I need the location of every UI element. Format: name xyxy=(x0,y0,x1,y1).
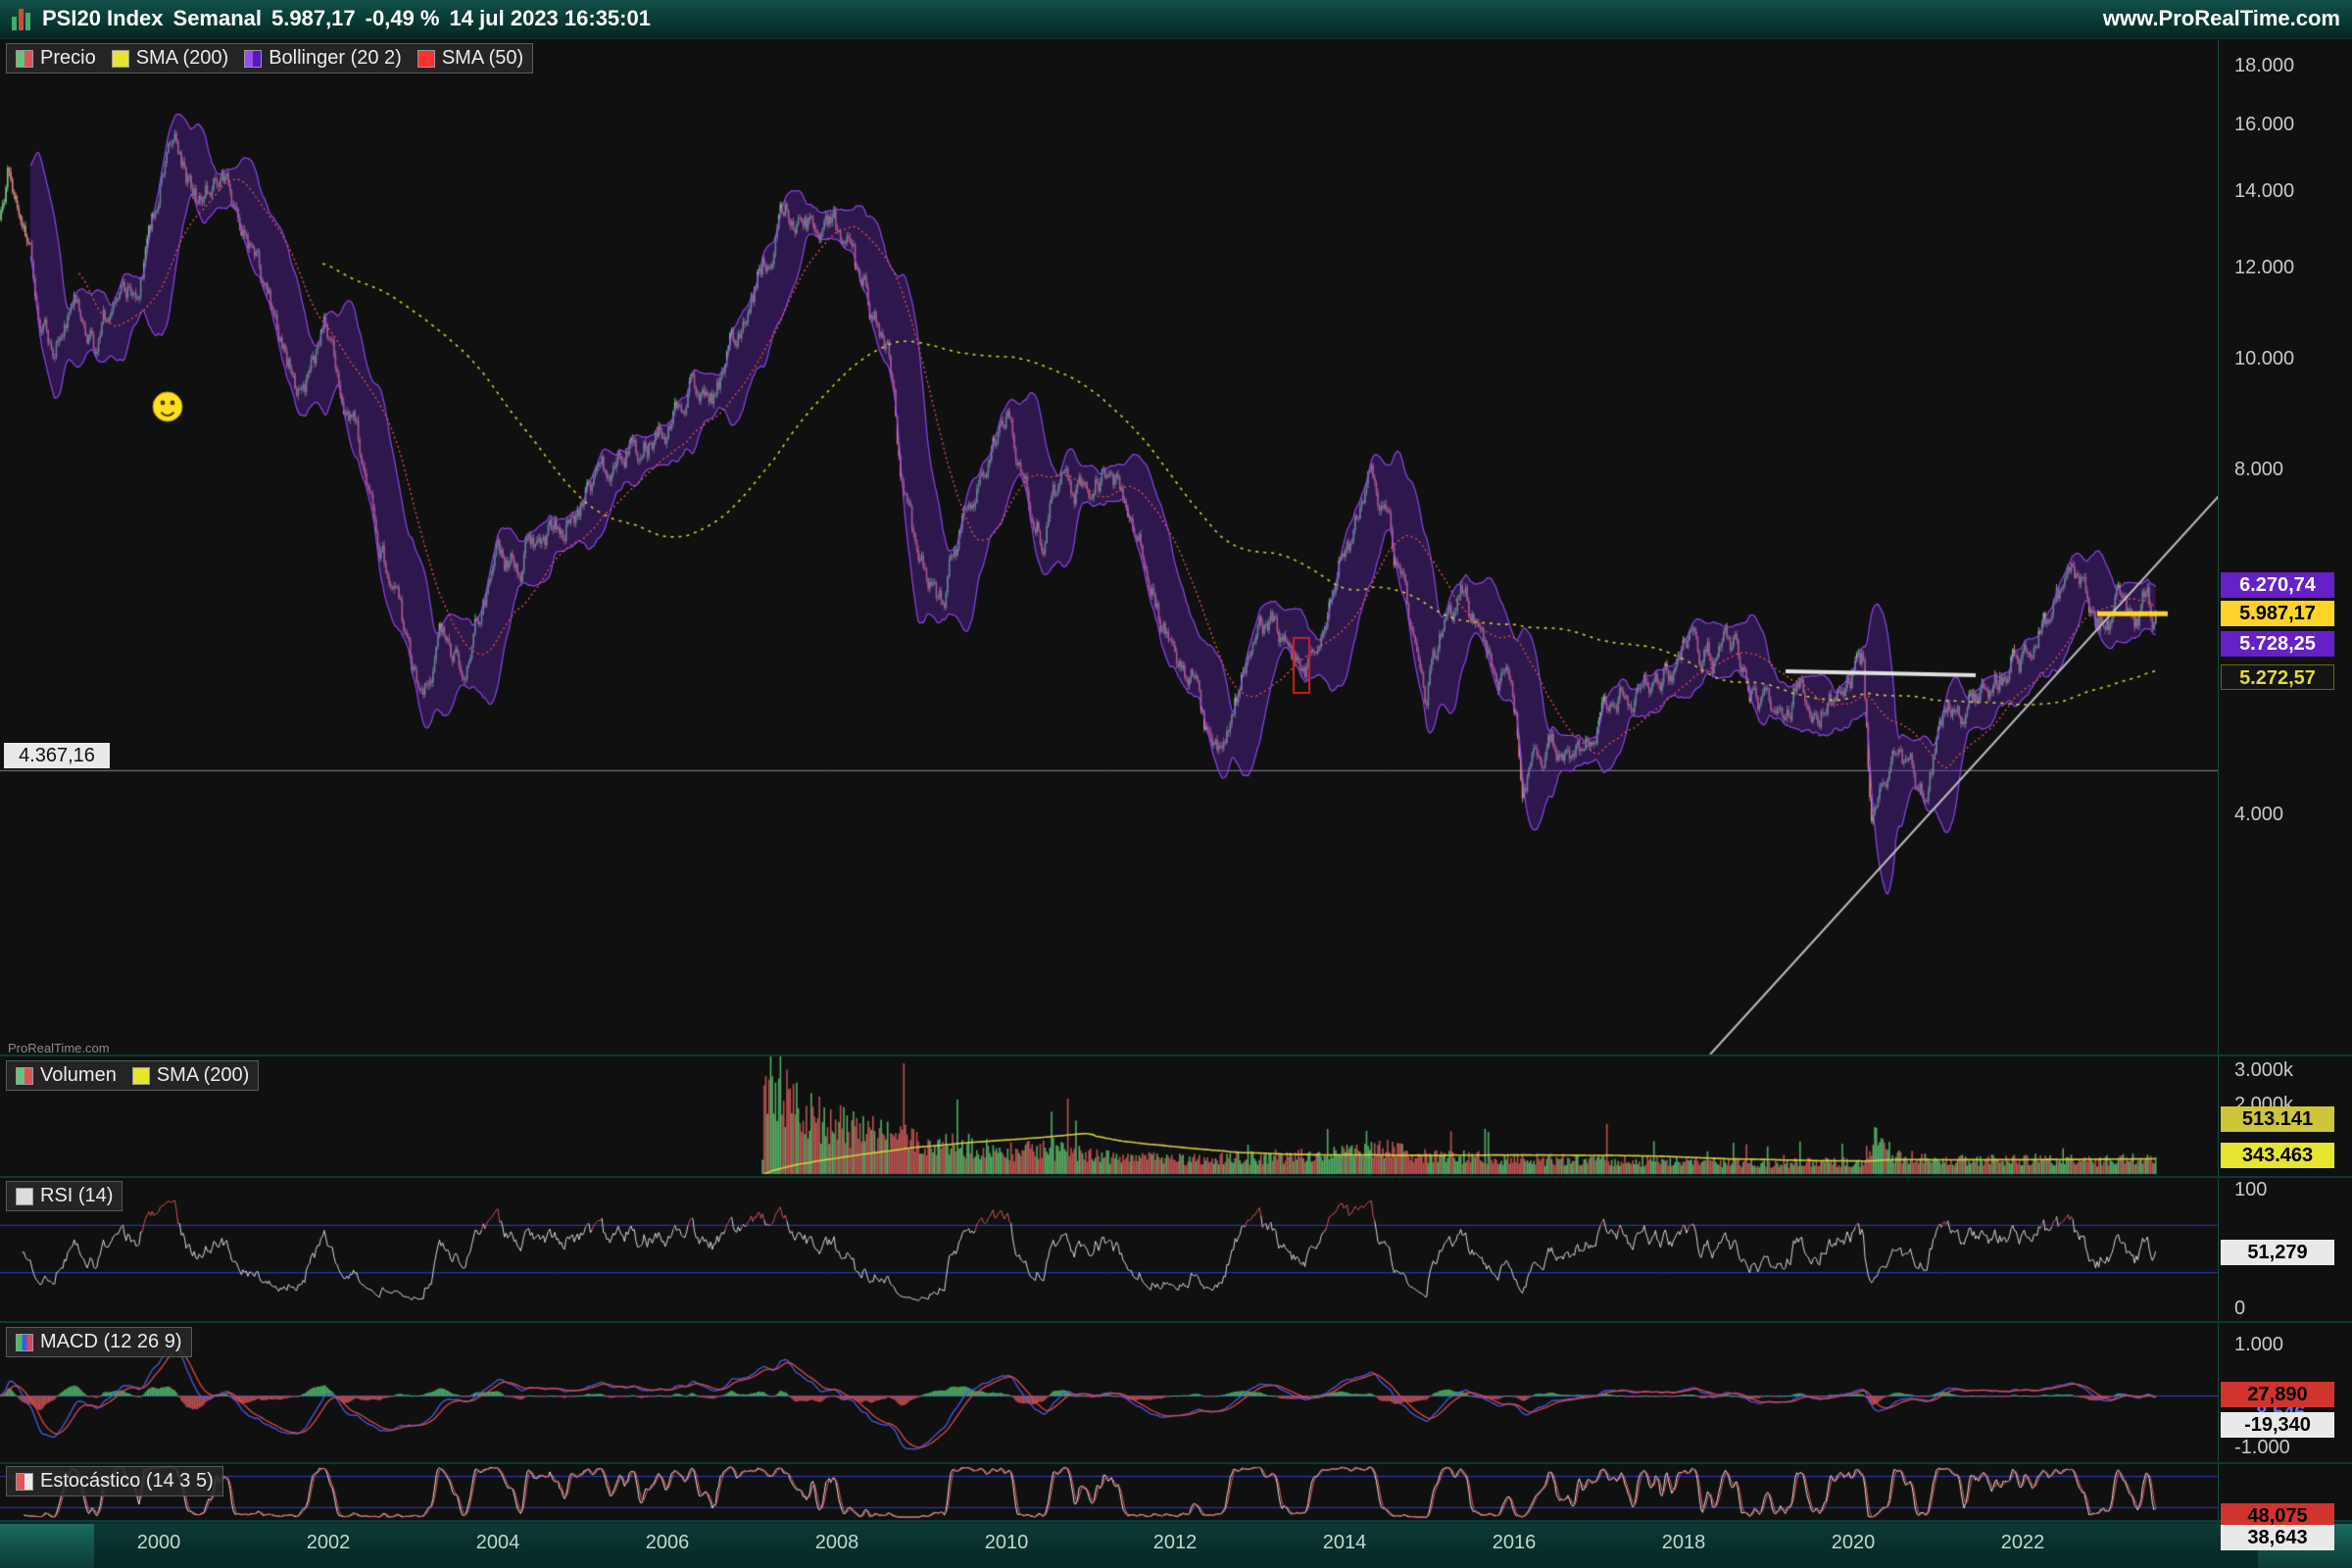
volume-value-tag: 513.141 xyxy=(2221,1106,2334,1132)
time-axis-year-label: 2018 xyxy=(1640,1531,1728,1554)
stochastic-chip-icon xyxy=(16,1473,33,1491)
topbar-symbol: PSI20 Index xyxy=(42,6,164,31)
panel-separator xyxy=(0,1054,2352,1056)
time-axis-year-label: 2016 xyxy=(1470,1531,1558,1554)
macd-chip-icon xyxy=(16,1334,33,1351)
time-axis-year-label: 2020 xyxy=(1809,1531,1897,1554)
sma200-chip-icon xyxy=(112,50,129,68)
rsi-legend: RSI (14) xyxy=(6,1181,122,1211)
legend-label: Bollinger (20 2) xyxy=(269,47,402,70)
legend-item-sma200[interactable]: SMA (200) xyxy=(112,47,228,70)
price-scale-tick: 8.000 xyxy=(2234,458,2283,481)
legend-item-rsi[interactable]: RSI (14) xyxy=(16,1185,113,1207)
topbar-change-pct: -0,49 % xyxy=(366,6,440,31)
precio-chip-icon xyxy=(16,50,33,68)
time-axis-year-label: 2012 xyxy=(1131,1531,1219,1554)
price-scale-tick: 10.000 xyxy=(2234,347,2294,370)
legend-label: Volumen xyxy=(40,1064,117,1087)
macd-legend: MACD (12 26 9) xyxy=(6,1327,192,1357)
macd-line-value-tag: -19,340 xyxy=(2221,1412,2334,1438)
legend-label: Estocástico (14 3 5) xyxy=(40,1470,214,1493)
price-scale-tick: 12.000 xyxy=(2234,256,2294,279)
legend-item-volume-sma[interactable]: SMA (200) xyxy=(132,1064,249,1087)
legend-label: SMA (50) xyxy=(442,47,523,70)
time-axis-year-label: 2004 xyxy=(454,1531,542,1554)
volume-scale-tick: 3.000k xyxy=(2234,1058,2293,1082)
legend-item-volumen[interactable]: Volumen xyxy=(16,1064,117,1087)
bollinger-upper-tag: 6.270,74 xyxy=(2221,572,2334,598)
topbar-timeframe: Semanal xyxy=(173,6,263,31)
rsi-value-tag: 51,279 xyxy=(2221,1240,2334,1265)
legend-label: MACD (12 26 9) xyxy=(40,1331,182,1353)
legend-item-stochastic[interactable]: Estocástico (14 3 5) xyxy=(16,1470,214,1493)
stoch-k-value-tag: 38,643 xyxy=(2221,1525,2334,1550)
sma50-chip-icon xyxy=(417,50,435,68)
legend-label: SMA (200) xyxy=(157,1064,249,1087)
legend-label: Precio xyxy=(40,47,96,70)
rsi-scale-tick: 0 xyxy=(2234,1297,2245,1320)
prorealtime-window: PSI20 Index Semanal 5.987,17 -0,49 % 14 … xyxy=(0,0,2352,1568)
stochastic-legend: Estocástico (14 3 5) xyxy=(6,1466,223,1496)
macd-hist-value-tag: 27,890 xyxy=(2221,1382,2334,1407)
macd-scale-tick: -1.000 xyxy=(2234,1436,2290,1459)
topbar-last-price: 5.987,17 xyxy=(271,6,356,31)
bollinger-chip-icon xyxy=(244,50,262,68)
panel-separator xyxy=(0,1321,2352,1323)
volume-sma-chip-icon xyxy=(132,1067,150,1085)
volume-legend: Volumen SMA (200) xyxy=(6,1060,259,1091)
legend-item-macd[interactable]: MACD (12 26 9) xyxy=(16,1331,182,1353)
price-scale-tick: 4.000 xyxy=(2234,803,2283,826)
price-scale-tick: 18.000 xyxy=(2234,54,2294,77)
volume-sma-value-tag: 343.463 xyxy=(2221,1143,2334,1168)
sma200-value-tag: 5.272,57 xyxy=(2221,664,2334,690)
bollinger-lower-tag: 5.728,25 xyxy=(2221,631,2334,657)
legend-item-bollinger[interactable]: Bollinger (20 2) xyxy=(244,47,402,70)
volume-chip-icon xyxy=(16,1067,33,1085)
macd-scale-tick: 1.000 xyxy=(2234,1333,2283,1356)
price-scale-tick: 14.000 xyxy=(2234,179,2294,203)
time-axis-year-label: 2008 xyxy=(793,1531,881,1554)
bottom-left-corner xyxy=(0,1524,94,1568)
topbar-datetime: 14 jul 2023 16:35:01 xyxy=(449,6,650,31)
price-legend: Precio SMA (200) Bollinger (20 2) SMA (5… xyxy=(6,43,533,74)
chart-canvas[interactable] xyxy=(0,0,2352,1568)
hline-price-label: 4.367,16 xyxy=(4,743,110,768)
rsi-chip-icon xyxy=(16,1188,33,1205)
legend-item-precio[interactable]: Precio xyxy=(16,47,96,70)
topbar-site-link[interactable]: www.ProRealTime.com xyxy=(2103,6,2340,31)
watermark: ProRealTime.com xyxy=(8,1041,110,1055)
legend-item-sma50[interactable]: SMA (50) xyxy=(417,47,523,70)
panel-separator xyxy=(0,1462,2352,1464)
time-axis-year-label: 2010 xyxy=(962,1531,1051,1554)
time-axis-year-label: 2000 xyxy=(115,1531,203,1554)
chart-app-icon xyxy=(12,7,30,30)
topbar: PSI20 Index Semanal 5.987,17 -0,49 % 14 … xyxy=(0,0,2352,39)
price-scale-tick: 16.000 xyxy=(2234,113,2294,136)
panel-separator xyxy=(0,1176,2352,1178)
legend-label: SMA (200) xyxy=(136,47,228,70)
time-axis-year-label: 2014 xyxy=(1300,1531,1389,1554)
time-axis-year-label: 2006 xyxy=(623,1531,711,1554)
last-price-tag: 5.987,17 xyxy=(2221,601,2334,626)
time-axis-year-label: 2022 xyxy=(1979,1531,2067,1554)
rsi-scale-tick: 100 xyxy=(2234,1178,2267,1201)
time-axis-year-label: 2002 xyxy=(284,1531,372,1554)
legend-label: RSI (14) xyxy=(40,1185,113,1207)
